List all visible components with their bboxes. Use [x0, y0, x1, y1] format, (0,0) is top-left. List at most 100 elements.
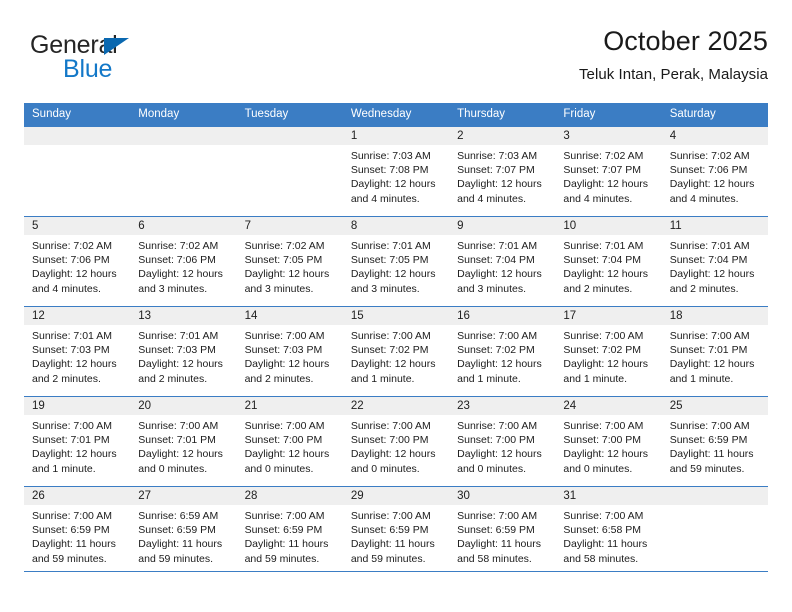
- day-cell[interactable]: 3 Sunrise: 7:02 AM Sunset: 7:07 PM Dayli…: [555, 127, 662, 216]
- day-cell[interactable]: 31 Sunrise: 7:00 AM Sunset: 6:58 PM Dayl…: [555, 487, 662, 576]
- sunset-line: Sunset: 6:59 PM: [669, 434, 748, 447]
- sunrise-line: Sunrise: 7:02 AM: [244, 240, 325, 252]
- daylight-line-2: and 4 minutes.: [350, 192, 420, 205]
- sunset-line: Sunset: 7:04 PM: [457, 254, 535, 267]
- day-number: 30: [449, 487, 556, 505]
- daylight-line-1: Daylight: 12 hours: [350, 268, 436, 281]
- day-cell[interactable]: 16 Sunrise: 7:00 AM Sunset: 7:02 PM Dayl…: [449, 307, 556, 396]
- day-details: [24, 145, 130, 149]
- day-cell[interactable]: [236, 127, 343, 216]
- day-cell[interactable]: 25 Sunrise: 7:00 AM Sunset: 6:59 PM Dayl…: [661, 397, 768, 486]
- sunrise-line: Sunrise: 7:00 AM: [244, 330, 325, 342]
- day-cell[interactable]: 11 Sunrise: 7:01 AM Sunset: 7:04 PM Dayl…: [661, 217, 768, 306]
- day-number: 9: [449, 217, 556, 235]
- day-cell[interactable]: 14 Sunrise: 7:00 AM Sunset: 7:03 PM Dayl…: [236, 307, 343, 396]
- day-cell[interactable]: 19 Sunrise: 7:00 AM Sunset: 7:01 PM Dayl…: [24, 397, 131, 486]
- sunrise-line: Sunrise: 7:00 AM: [563, 420, 644, 432]
- week-row: 26 Sunrise: 7:00 AM Sunset: 6:59 PM Dayl…: [24, 486, 768, 576]
- day-details: Sunrise: 7:01 AM Sunset: 7:03 PM Dayligh…: [24, 325, 130, 386]
- daylight-line-1: Daylight: 12 hours: [457, 268, 542, 281]
- day-number: 25: [661, 397, 768, 415]
- daylight-line-1: Daylight: 12 hours: [350, 178, 436, 191]
- day-number: 29: [342, 487, 450, 505]
- day-details: [662, 505, 768, 509]
- day-cell[interactable]: 29 Sunrise: 7:00 AM Sunset: 6:59 PM Dayl…: [342, 487, 450, 576]
- daylight-line-2: and 0 minutes.: [563, 462, 633, 475]
- daylight-line-2: and 1 minute.: [457, 372, 521, 385]
- sunset-line: Sunset: 7:00 PM: [457, 434, 535, 447]
- day-cell[interactable]: 2 Sunrise: 7:03 AM Sunset: 7:07 PM Dayli…: [449, 127, 556, 216]
- daylight-line-2: and 3 minutes.: [138, 282, 208, 295]
- day-details: Sunrise: 7:00 AM Sunset: 7:02 PM Dayligh…: [343, 325, 449, 386]
- day-cell[interactable]: 8 Sunrise: 7:01 AM Sunset: 7:05 PM Dayli…: [342, 217, 450, 306]
- daylight-line-1: Daylight: 12 hours: [669, 178, 755, 191]
- day-cell[interactable]: 23 Sunrise: 7:00 AM Sunset: 7:00 PM Dayl…: [449, 397, 556, 486]
- sunrise-line: Sunrise: 7:01 AM: [563, 240, 644, 252]
- day-cell[interactable]: 15 Sunrise: 7:00 AM Sunset: 7:02 PM Dayl…: [342, 307, 450, 396]
- day-cell[interactable]: 18 Sunrise: 7:00 AM Sunset: 7:01 PM Dayl…: [661, 307, 768, 396]
- sunset-line: Sunset: 6:59 PM: [138, 524, 216, 537]
- day-number: 4: [661, 127, 768, 145]
- sunrise-line: Sunrise: 7:00 AM: [563, 330, 644, 342]
- calendar-grid: Sunday Monday Tuesday Wednesday Thursday…: [24, 103, 768, 576]
- daylight-line-2: and 59 minutes.: [350, 552, 426, 565]
- sunset-line: Sunset: 7:06 PM: [669, 164, 748, 177]
- sunrise-line: Sunrise: 7:03 AM: [350, 150, 431, 162]
- daylight-line-1: Daylight: 11 hours: [669, 448, 754, 461]
- day-cell[interactable]: 10 Sunrise: 7:01 AM Sunset: 7:04 PM Dayl…: [555, 217, 662, 306]
- daylight-line-2: and 2 minutes.: [669, 282, 739, 295]
- weekday-header-saturday: Saturday: [669, 108, 716, 120]
- daylight-line-2: and 3 minutes.: [350, 282, 420, 295]
- day-cell[interactable]: 20 Sunrise: 7:00 AM Sunset: 7:01 PM Dayl…: [130, 397, 237, 486]
- day-details: Sunrise: 7:03 AM Sunset: 7:08 PM Dayligh…: [343, 145, 449, 206]
- page-title: October 2025: [603, 26, 768, 56]
- day-cell[interactable]: [130, 127, 237, 216]
- sunrise-line: Sunrise: 7:01 AM: [350, 240, 431, 252]
- sunrise-line: Sunrise: 7:00 AM: [350, 510, 431, 522]
- daylight-line-1: Daylight: 12 hours: [244, 448, 330, 461]
- day-cell[interactable]: 7 Sunrise: 7:02 AM Sunset: 7:05 PM Dayli…: [236, 217, 343, 306]
- day-details: Sunrise: 7:02 AM Sunset: 7:06 PM Dayligh…: [662, 145, 768, 206]
- day-details: Sunrise: 7:00 AM Sunset: 7:00 PM Dayligh…: [449, 415, 555, 476]
- day-cell[interactable]: [24, 127, 131, 216]
- day-cell[interactable]: 13 Sunrise: 7:01 AM Sunset: 7:03 PM Dayl…: [130, 307, 237, 396]
- sunset-line: Sunset: 7:06 PM: [138, 254, 216, 267]
- sunset-line: Sunset: 7:04 PM: [563, 254, 642, 267]
- sunrise-line: Sunrise: 7:00 AM: [244, 420, 325, 432]
- week-row: 19 Sunrise: 7:00 AM Sunset: 7:01 PM Dayl…: [24, 396, 768, 486]
- day-cell[interactable]: 28 Sunrise: 7:00 AM Sunset: 6:59 PM Dayl…: [236, 487, 343, 576]
- day-cell[interactable]: 5 Sunrise: 7:02 AM Sunset: 7:06 PM Dayli…: [24, 217, 131, 306]
- day-cell[interactable]: 27 Sunrise: 6:59 AM Sunset: 6:59 PM Dayl…: [130, 487, 237, 576]
- daylight-line-1: Daylight: 12 hours: [244, 358, 330, 371]
- daylight-line-1: Daylight: 12 hours: [32, 358, 117, 371]
- day-details: Sunrise: 7:00 AM Sunset: 7:00 PM Dayligh…: [237, 415, 343, 476]
- daylight-line-2: and 59 minutes.: [32, 552, 107, 565]
- day-cell[interactable]: 22 Sunrise: 7:00 AM Sunset: 7:00 PM Dayl…: [342, 397, 450, 486]
- day-cell[interactable]: 30 Sunrise: 7:00 AM Sunset: 6:59 PM Dayl…: [449, 487, 556, 576]
- day-cell[interactable]: 9 Sunrise: 7:01 AM Sunset: 7:04 PM Dayli…: [449, 217, 556, 306]
- day-number: 8: [342, 217, 450, 235]
- day-cell[interactable]: 12 Sunrise: 7:01 AM Sunset: 7:03 PM Dayl…: [24, 307, 131, 396]
- sunrise-line: Sunrise: 7:00 AM: [563, 510, 644, 522]
- sunset-line: Sunset: 6:58 PM: [563, 524, 642, 537]
- day-number: 22: [342, 397, 450, 415]
- day-cell[interactable]: 24 Sunrise: 7:00 AM Sunset: 7:00 PM Dayl…: [555, 397, 662, 486]
- day-details: Sunrise: 6:59 AM Sunset: 6:59 PM Dayligh…: [130, 505, 236, 566]
- week-row: 5 Sunrise: 7:02 AM Sunset: 7:06 PM Dayli…: [24, 216, 768, 306]
- day-details: Sunrise: 7:02 AM Sunset: 7:05 PM Dayligh…: [237, 235, 343, 296]
- sunrise-line: Sunrise: 7:00 AM: [350, 330, 431, 342]
- sunrise-line: Sunrise: 7:02 AM: [32, 240, 112, 252]
- day-cell[interactable]: [661, 487, 768, 576]
- day-cell[interactable]: 4 Sunrise: 7:02 AM Sunset: 7:06 PM Dayli…: [661, 127, 768, 216]
- day-cell[interactable]: 26 Sunrise: 7:00 AM Sunset: 6:59 PM Dayl…: [24, 487, 131, 576]
- sunrise-line: Sunrise: 7:00 AM: [32, 510, 112, 522]
- day-cell[interactable]: 17 Sunrise: 7:00 AM Sunset: 7:02 PM Dayl…: [555, 307, 662, 396]
- day-cell[interactable]: 6 Sunrise: 7:02 AM Sunset: 7:06 PM Dayli…: [130, 217, 237, 306]
- sunset-line: Sunset: 7:03 PM: [32, 344, 110, 357]
- day-number: 18: [661, 307, 768, 325]
- calendar-page: General Blue October 2025 Teluk Intan, P…: [0, 0, 792, 612]
- day-number: 27: [130, 487, 237, 505]
- day-cell[interactable]: 21 Sunrise: 7:00 AM Sunset: 7:00 PM Dayl…: [236, 397, 343, 486]
- location-subtitle: Teluk Intan, Perak, Malaysia: [579, 66, 768, 83]
- day-cell[interactable]: 1 Sunrise: 7:03 AM Sunset: 7:08 PM Dayli…: [342, 127, 450, 216]
